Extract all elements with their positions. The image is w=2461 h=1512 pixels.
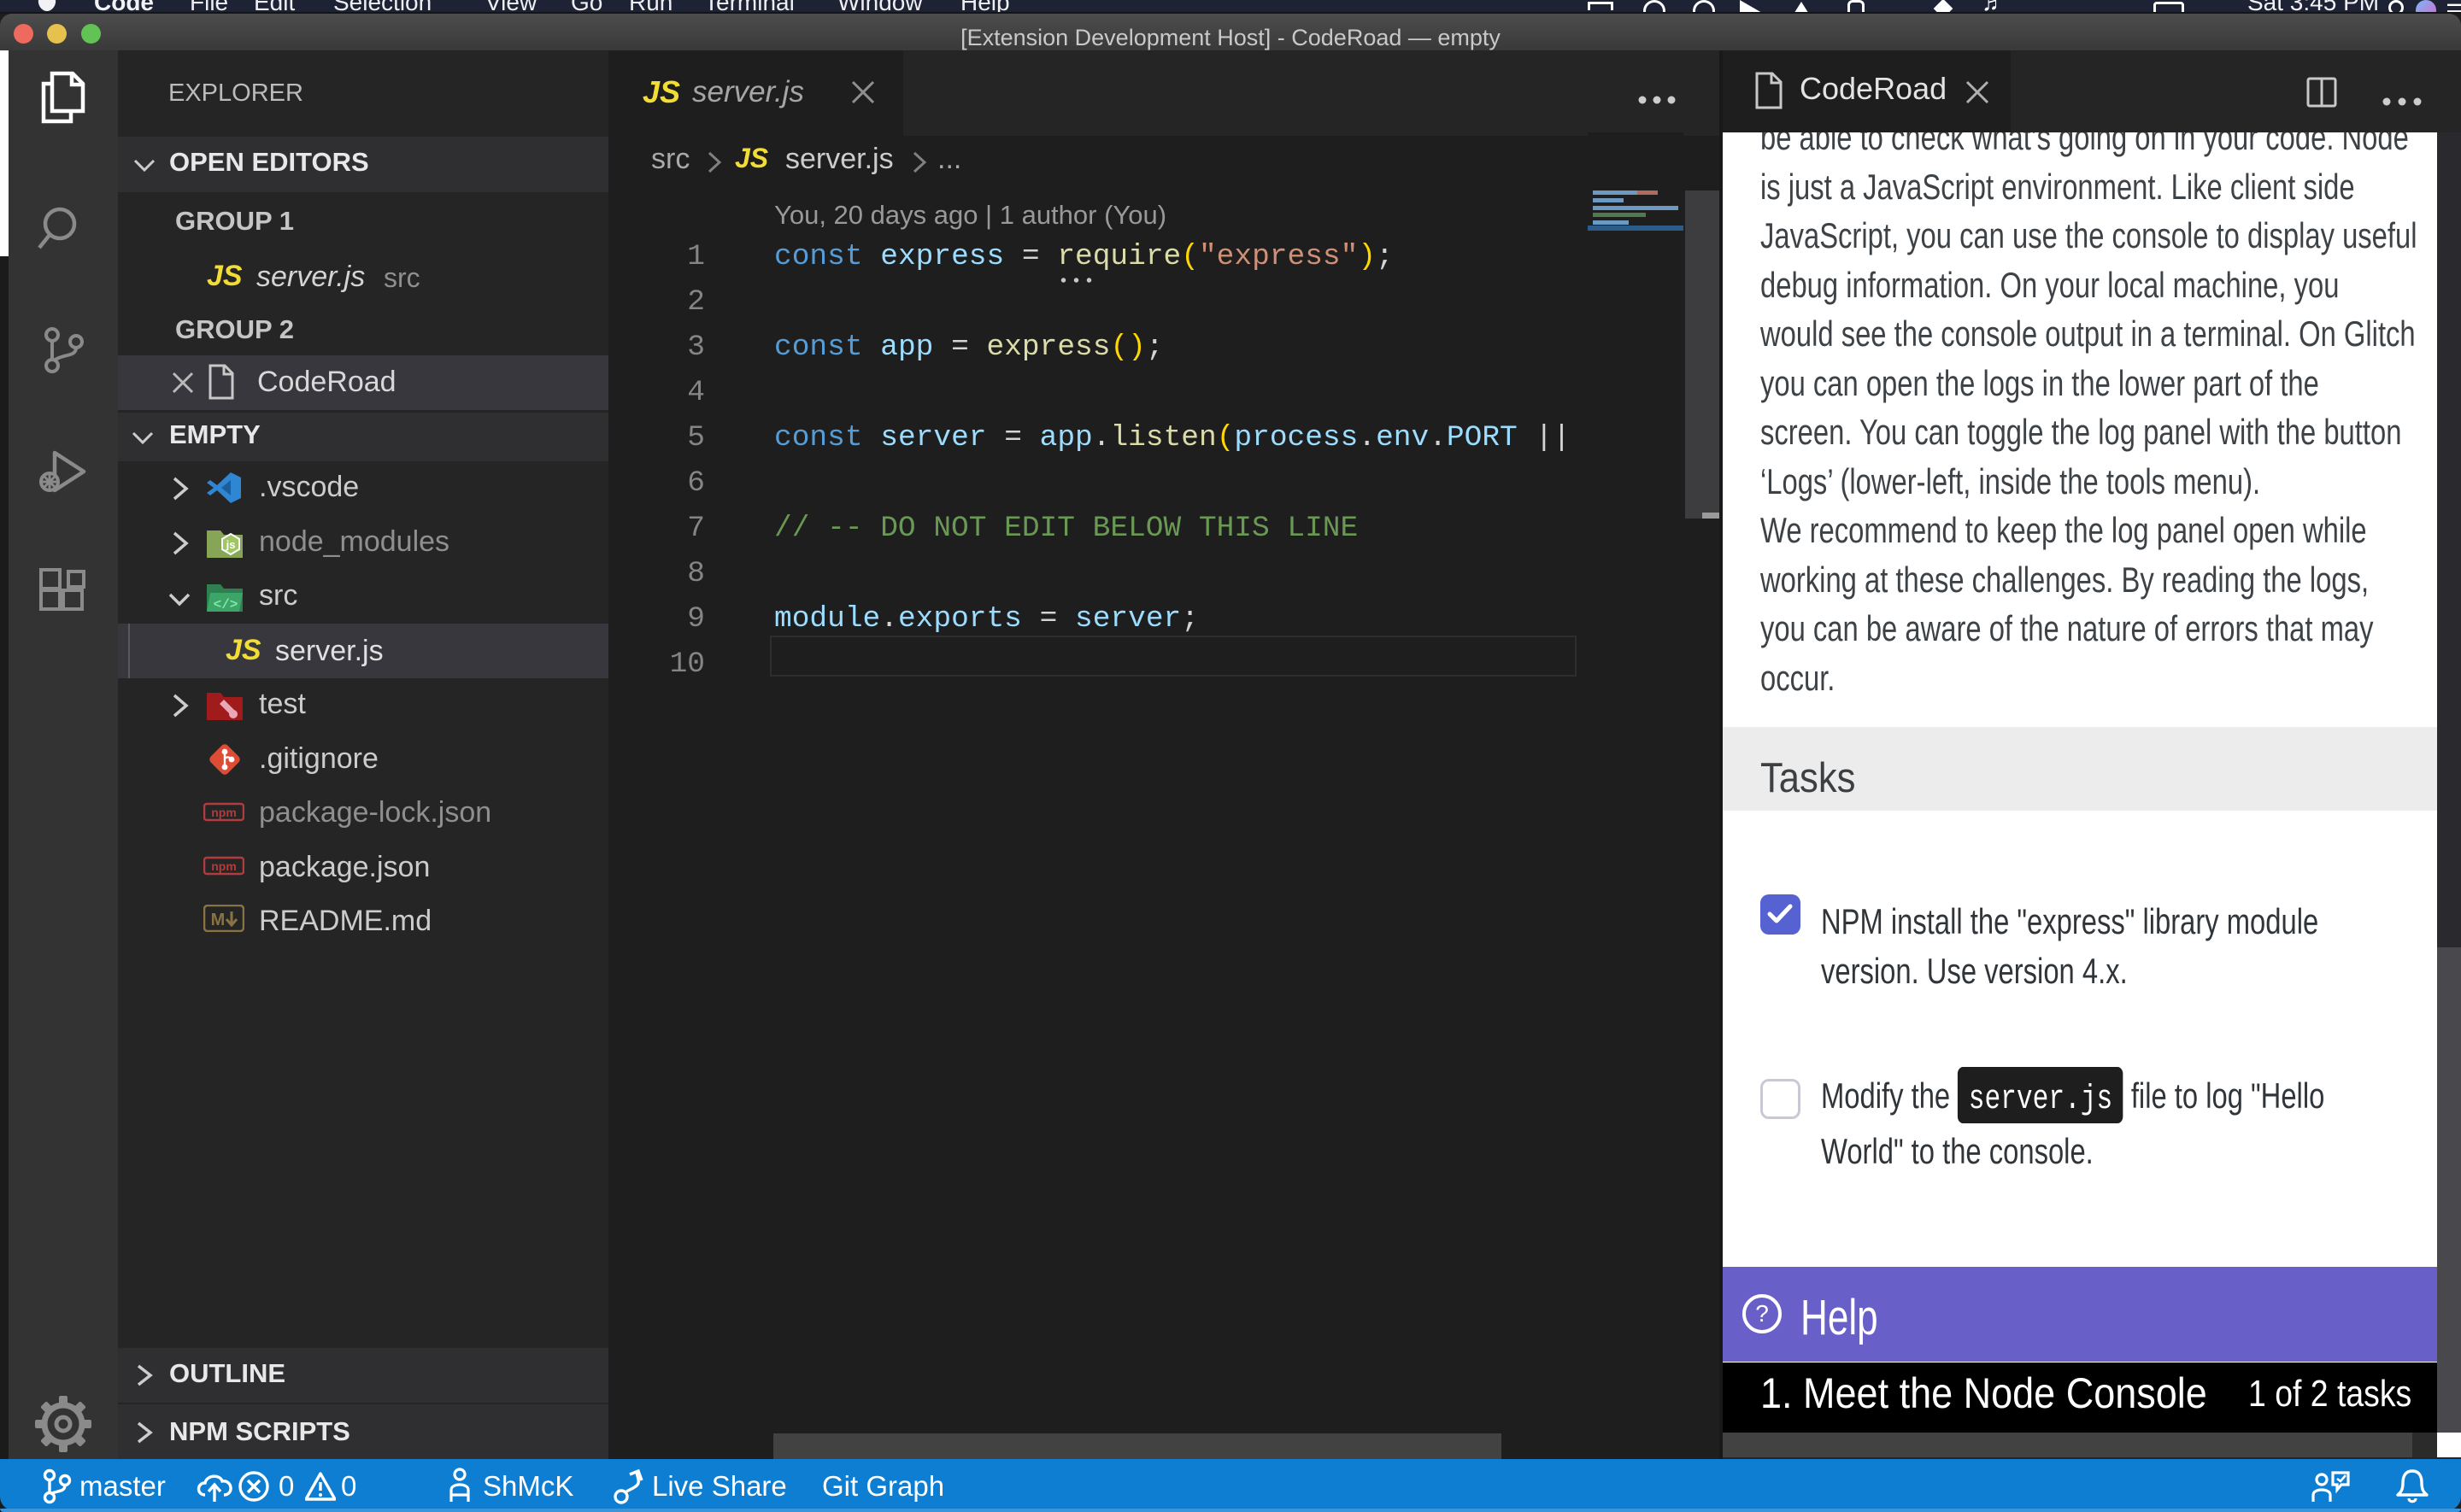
svg-text:js: js bbox=[226, 538, 236, 551]
svg-text:?: ? bbox=[1755, 1300, 1769, 1327]
svg-text:npm: npm bbox=[211, 859, 237, 873]
svg-text:M: M bbox=[211, 911, 226, 929]
svg-text:</>: </> bbox=[214, 597, 238, 612]
svg-text:npm: npm bbox=[211, 806, 237, 819]
